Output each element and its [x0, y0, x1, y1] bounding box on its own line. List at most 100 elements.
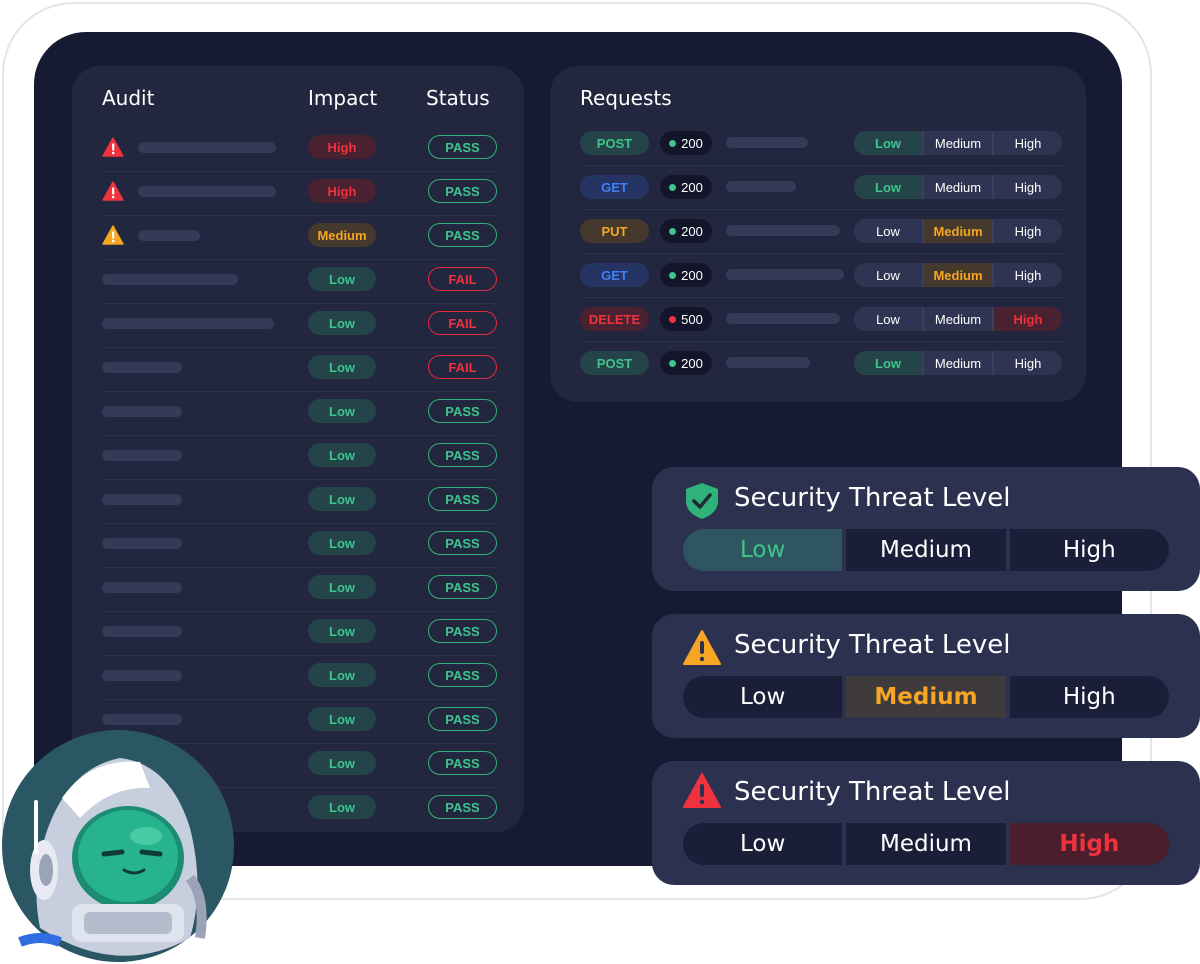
audit-row[interactable]: Low FAIL: [102, 259, 498, 304]
risk-level-medium[interactable]: Medium: [924, 351, 992, 375]
audit-placeholder-bar: [102, 714, 182, 725]
shield-check-icon: [682, 481, 722, 521]
threat-level-high[interactable]: High: [1009, 823, 1169, 865]
risk-level-high[interactable]: High: [994, 307, 1062, 331]
audit-placeholder-bar: [102, 582, 182, 593]
request-row[interactable]: DELETE 500 Low Medium High: [580, 297, 1064, 342]
threat-level-card: Security Threat Level Low Medium High: [652, 614, 1200, 738]
threat-level-selector[interactable]: Low Medium High: [683, 676, 1169, 718]
threat-level-high[interactable]: High: [1009, 676, 1169, 718]
threat-level-low[interactable]: Low: [683, 823, 843, 865]
risk-level-low[interactable]: Low: [854, 263, 922, 287]
request-row[interactable]: POST 200 Low Medium High: [580, 121, 1064, 166]
risk-level-low[interactable]: Low: [854, 175, 922, 199]
impact-badge: High: [308, 179, 376, 203]
risk-level-selector[interactable]: Low Medium High: [854, 351, 1062, 375]
risk-level-selector[interactable]: Low Medium High: [854, 175, 1062, 199]
risk-level-selector[interactable]: Low Medium High: [854, 131, 1062, 155]
audit-row[interactable]: Low PASS: [102, 435, 498, 480]
status-badge: FAIL: [428, 267, 497, 291]
risk-level-selector[interactable]: Low Medium High: [854, 263, 1062, 287]
threat-level-title: Security Threat Level: [734, 483, 1011, 513]
threat-level-low[interactable]: Low: [683, 529, 843, 571]
status-badge: PASS: [428, 795, 497, 819]
threat-level-medium[interactable]: Medium: [846, 529, 1006, 571]
risk-level-low[interactable]: Low: [854, 131, 922, 155]
audit-row[interactable]: Low FAIL: [102, 303, 498, 348]
threat-level-selector[interactable]: Low Medium High: [683, 529, 1169, 571]
threat-level-medium[interactable]: Medium: [846, 823, 1006, 865]
request-row[interactable]: PUT 200 Low Medium High: [580, 209, 1064, 254]
risk-level-medium[interactable]: Medium: [924, 307, 992, 331]
audit-row[interactable]: Low PASS: [102, 479, 498, 524]
audit-row[interactable]: Low PASS: [102, 655, 498, 700]
request-placeholder-bar: [726, 313, 840, 324]
impact-badge: Low: [308, 795, 376, 819]
risk-level-medium[interactable]: Medium: [924, 131, 992, 155]
risk-level-medium[interactable]: Medium: [924, 219, 992, 243]
audit-row[interactable]: Low PASS: [102, 523, 498, 568]
audit-placeholder-bar: [102, 274, 238, 285]
risk-level-medium[interactable]: Medium: [924, 175, 992, 199]
threat-level-selector[interactable]: Low Medium High: [683, 823, 1169, 865]
audit-row[interactable]: High PASS: [102, 127, 498, 172]
audit-row[interactable]: Low PASS: [102, 567, 498, 612]
status-badge: PASS: [428, 179, 497, 203]
status-code-text: 200: [681, 223, 703, 239]
status-badge: PASS: [428, 223, 497, 247]
audit-placeholder-bar: [102, 494, 182, 505]
threat-level-low[interactable]: Low: [683, 676, 843, 718]
risk-level-high[interactable]: High: [994, 351, 1062, 375]
audit-row[interactable]: Low PASS: [102, 611, 498, 656]
impact-badge: Low: [308, 707, 376, 731]
threat-level-card: Security Threat Level Low Medium High: [652, 761, 1200, 885]
audit-row[interactable]: High PASS: [102, 171, 498, 216]
impact-badge: Low: [308, 663, 376, 687]
robot-mascot: [2, 730, 234, 962]
risk-level-medium[interactable]: Medium: [924, 263, 992, 287]
impact-badge: Low: [308, 355, 376, 379]
status-code-text: 200: [681, 355, 703, 371]
risk-level-selector[interactable]: Low Medium High: [854, 219, 1062, 243]
risk-level-high[interactable]: High: [994, 219, 1062, 243]
status-badge: PASS: [428, 663, 497, 687]
audit-row[interactable]: Low PASS: [102, 391, 498, 436]
request-row[interactable]: POST 200 Low Medium High: [580, 341, 1064, 385]
status-code-badge: 200: [660, 131, 712, 155]
risk-level-high[interactable]: High: [994, 175, 1062, 199]
status-code-badge: 500: [660, 307, 712, 331]
status-badge: PASS: [428, 135, 497, 159]
threat-level-medium[interactable]: Medium: [846, 676, 1006, 718]
risk-level-selector[interactable]: Low Medium High: [854, 307, 1062, 331]
impact-badge: Low: [308, 751, 376, 775]
status-badge: PASS: [428, 751, 497, 775]
audit-placeholder-bar: [102, 450, 182, 461]
request-row[interactable]: GET 200 Low Medium High: [580, 165, 1064, 210]
risk-level-low[interactable]: Low: [854, 351, 922, 375]
method-badge: GET: [580, 263, 649, 287]
audit-placeholder-bar: [138, 142, 276, 153]
request-row[interactable]: GET 200 Low Medium High: [580, 253, 1064, 298]
status-ok-dot: [669, 271, 677, 279]
risk-level-high[interactable]: High: [994, 131, 1062, 155]
warning-red-icon: [102, 181, 124, 201]
audit-placeholder-bar: [102, 670, 182, 681]
audit-row[interactable]: Low FAIL: [102, 347, 498, 392]
audit-placeholder-bar: [138, 230, 200, 241]
request-placeholder-bar: [726, 269, 844, 280]
audit-header: Audit: [102, 86, 155, 110]
audit-placeholder-bar: [138, 186, 276, 197]
method-badge: PUT: [580, 219, 649, 243]
threat-level-high[interactable]: High: [1009, 529, 1169, 571]
impact-badge: Low: [308, 531, 376, 555]
audit-placeholder-bar: [102, 406, 182, 417]
warning-red-icon: [682, 771, 722, 811]
warning-red-icon: [102, 137, 124, 157]
risk-level-high[interactable]: High: [994, 263, 1062, 287]
impact-badge: Low: [308, 487, 376, 511]
request-placeholder-bar: [726, 137, 808, 148]
risk-level-low[interactable]: Low: [854, 219, 922, 243]
status-badge: PASS: [428, 399, 497, 423]
audit-row[interactable]: Medium PASS: [102, 215, 498, 260]
risk-level-low[interactable]: Low: [854, 307, 922, 331]
